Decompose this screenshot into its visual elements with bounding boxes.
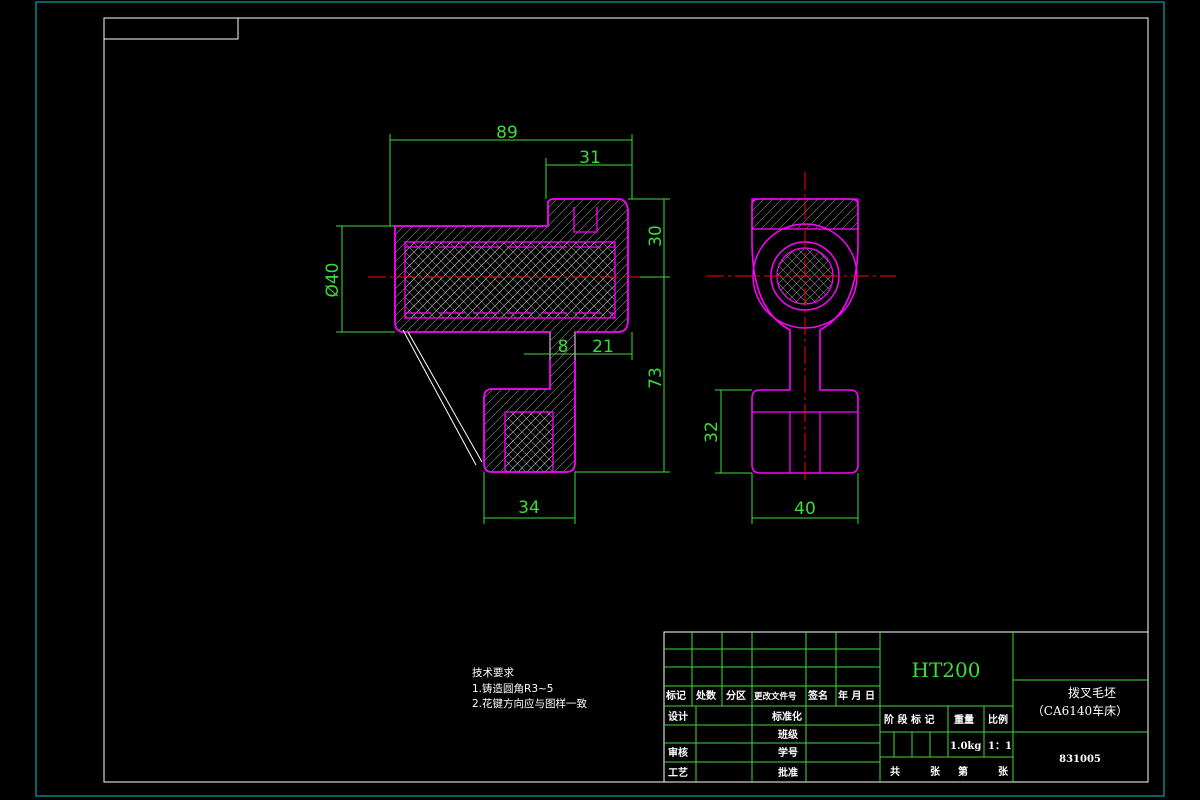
dim-right-offset: 21: [592, 337, 614, 357]
tb-design: 设计: [668, 710, 688, 723]
drawing-number: 831005: [1059, 754, 1101, 765]
bore-section: [404, 241, 616, 319]
tb-count: 处数: [695, 689, 717, 702]
part-subtitle: （CA6140车床）: [1032, 703, 1128, 718]
tb-sheets: 张: [930, 765, 941, 778]
outer-border: [35, 1, 1165, 797]
front-view: [368, 198, 640, 473]
dim-side-foot-height: 32: [702, 421, 722, 443]
tb-scale-label: 比例: [988, 713, 1008, 726]
notes-heading: 技术要求: [472, 666, 514, 679]
material-label: HT200: [912, 658, 981, 682]
inner-border: [103, 17, 1149, 783]
tb-change-doc: 更改文件号: [754, 691, 797, 702]
tb-standardize: 标准化: [771, 710, 802, 723]
tb-signature: 签名: [807, 689, 828, 702]
tb-scale: 1：1: [988, 741, 1012, 752]
side-view: [706, 172, 896, 480]
tb-student-no: 学号: [778, 746, 798, 759]
tb-sheet: 张: [998, 765, 1009, 778]
dim-slot-width: 8: [558, 337, 569, 357]
tb-total: 共: [890, 765, 900, 778]
dim-side-width: 40: [794, 499, 816, 519]
side-dimensions: [715, 389, 859, 524]
tb-weight: 1.0kg: [950, 741, 981, 752]
tb-mark: 标记: [665, 689, 686, 702]
foot-slot: [504, 411, 554, 473]
part-name: 拨叉毛坯: [1068, 686, 1116, 700]
notes-line-2: 2.花键方向应与图样一致: [472, 697, 588, 710]
dim-top-step: 31: [579, 148, 601, 168]
dim-overall-length: 89: [496, 123, 518, 143]
tb-zone: 分区: [726, 689, 746, 702]
tb-sheet-no: 第: [958, 765, 968, 778]
dim-top-height: 30: [646, 225, 666, 247]
tb-class: 班级: [778, 728, 799, 741]
corner-label-box: [103, 17, 239, 40]
tb-approve: 批准: [778, 766, 798, 779]
tb-review: 审核: [668, 746, 688, 759]
tb-stage-mark: 阶 段 标 记: [884, 713, 934, 726]
tb-date: 年 月 日: [838, 689, 875, 702]
notes-line-1: 1.铸造圆角R3~5: [472, 682, 553, 695]
dim-lower-height: 73: [646, 367, 666, 389]
tb-weight-label: 重量: [954, 713, 974, 726]
dim-foot-width: 34: [518, 498, 540, 518]
cad-drawing: 89 31 Ø40 30 73 8 21 34 32 40 技术要求 1.铸造圆…: [35, 1, 1165, 797]
dim-bore-diameter: Ø40: [323, 262, 343, 297]
leader-line: [402, 329, 477, 466]
leader-line-2: [407, 331, 483, 463]
tb-process: 工艺: [668, 766, 688, 779]
